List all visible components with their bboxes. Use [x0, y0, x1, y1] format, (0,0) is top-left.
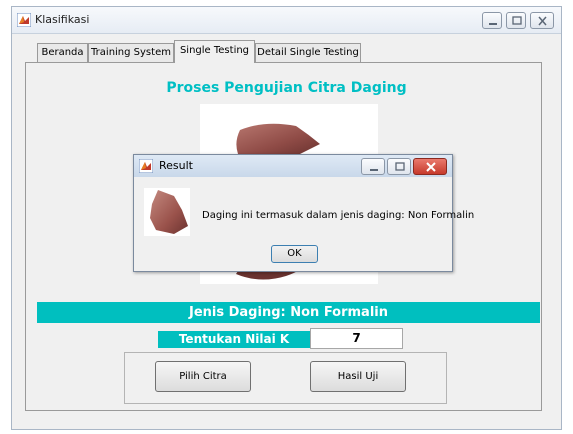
dialog-titlebar: Result — [134, 155, 452, 177]
k-label: Tentukan Nilai K — [158, 331, 310, 348]
window-titlebar: Klasifikasi — [12, 7, 561, 34]
result-banner: Jenis Daging: Non Formalin — [37, 302, 540, 323]
k-value-input[interactable]: 7 — [310, 328, 403, 349]
tab-training-system[interactable]: Training System — [88, 43, 174, 62]
pilih-citra-button[interactable]: Pilih Citra — [155, 361, 251, 392]
dialog-minimize-button[interactable] — [361, 158, 385, 175]
hasil-uji-button[interactable]: Hasil Uji — [310, 361, 406, 392]
window-title: Klasifikasi — [35, 13, 90, 26]
ok-button[interactable]: OK — [271, 245, 318, 263]
meat-thumbnail — [144, 188, 190, 236]
dialog-message: Daging ini termasuk dalam jenis daging: … — [202, 210, 475, 221]
dialog-maximize-button[interactable] — [387, 158, 411, 175]
close-button[interactable] — [530, 12, 554, 29]
minimize-icon — [489, 23, 497, 25]
page-title: Proses Pengujian Citra Daging — [166, 80, 407, 96]
matlab-icon — [139, 159, 153, 173]
matlab-icon — [17, 13, 31, 27]
maximize-button[interactable] — [506, 12, 526, 29]
dialog-title: Result — [159, 159, 193, 172]
minimize-button[interactable] — [482, 12, 502, 29]
tab-detail-single-testing[interactable]: Detail Single Testing — [255, 43, 361, 62]
dialog-close-button[interactable] — [413, 158, 447, 175]
result-dialog: Result Daging ini termasuk dalam jenis d… — [133, 154, 474, 272]
tab-single-testing[interactable]: Single Testing — [174, 40, 255, 63]
close-icon — [426, 162, 436, 172]
maximize-icon — [395, 162, 405, 171]
tab-beranda[interactable]: Beranda — [37, 43, 88, 62]
minimize-icon — [370, 169, 378, 171]
maximize-icon — [512, 16, 522, 25]
close-icon — [538, 16, 547, 26]
